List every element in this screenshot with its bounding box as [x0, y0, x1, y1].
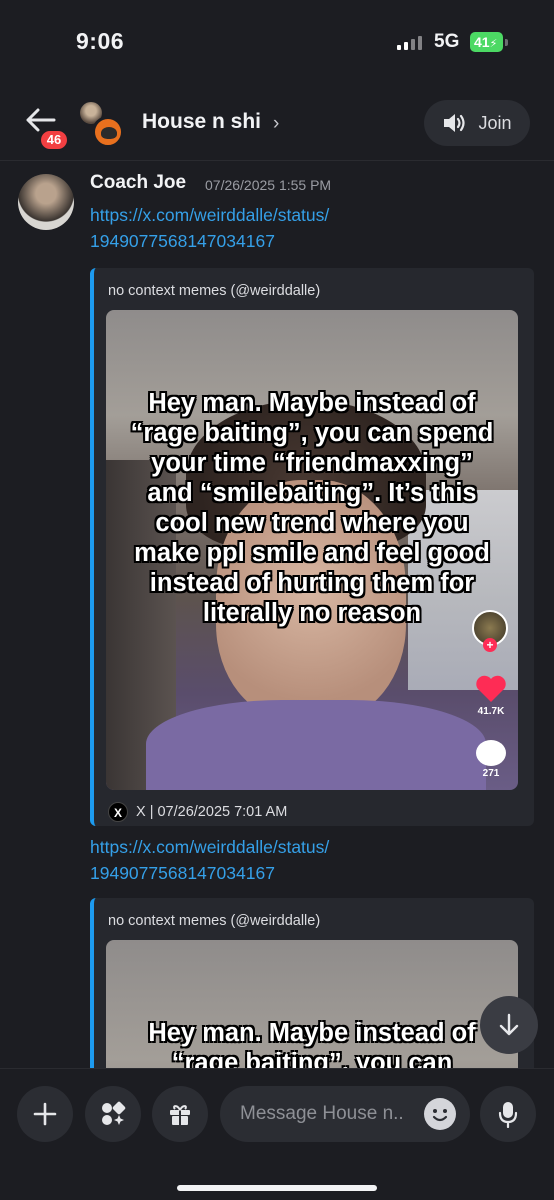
join-call-button[interactable]: Join	[424, 100, 530, 146]
comment-count: 271	[482, 768, 500, 779]
divider	[0, 160, 554, 161]
author-avatar[interactable]	[18, 174, 74, 230]
channel-title[interactable]: House n shi	[142, 110, 261, 134]
battery-icon: 41⚡	[470, 32, 503, 52]
speaker-icon	[444, 114, 466, 132]
link-line: 1949077568147034167	[90, 863, 275, 883]
link-embed[interactable]: no context memes (@weirddalle) Hey man. …	[90, 898, 534, 1140]
gift-icon	[170, 1105, 190, 1125]
emoji-icon[interactable]	[424, 1098, 456, 1130]
status-time: 9:06	[76, 28, 125, 54]
channel-header: 46 House n shi › Join	[0, 88, 554, 158]
embed-footer: X X | 07/26/2025 7:01 AM	[108, 802, 287, 822]
chevron-right-icon[interactable]: ›	[273, 113, 279, 135]
message-input-container[interactable]	[220, 1086, 470, 1142]
gift-button[interactable]	[152, 1086, 208, 1142]
join-label: Join	[478, 112, 512, 133]
link-embed[interactable]: no context memes (@weirddalle) Hey man. …	[90, 268, 534, 826]
arrow-down-icon	[499, 1013, 519, 1036]
plus-icon	[33, 1102, 57, 1126]
follow-plus-icon: +	[483, 638, 497, 652]
member-avatar	[92, 116, 124, 148]
message-timestamp: 07/26/2025 1:55 PM	[205, 177, 332, 193]
voice-message-button[interactable]	[480, 1086, 536, 1142]
embed-author[interactable]: no context memes (@weirddalle)	[108, 283, 320, 299]
message-link[interactable]: https://x.com/weirddalle/status/ 1949077…	[90, 202, 329, 254]
message-input[interactable]	[240, 1086, 420, 1142]
message-author[interactable]: Coach Joe	[90, 172, 186, 194]
meme-caption: Hey man. Maybe instead of “rage baiting”…	[130, 389, 494, 627]
battery-tip	[505, 39, 508, 46]
shirt	[146, 700, 486, 790]
embed-footer-text: X | 07/26/2025 7:01 AM	[136, 804, 288, 820]
embed-image[interactable]: Hey man. Maybe instead of “rage baiting”…	[106, 310, 518, 790]
unread-badge: 46	[38, 128, 70, 152]
link-line: https://x.com/weirddalle/status/	[90, 205, 330, 225]
signal-icon	[397, 36, 425, 50]
embed-author[interactable]: no context memes (@weirddalle)	[108, 913, 320, 929]
battery-level: 41	[474, 34, 490, 50]
message-link[interactable]: https://x.com/weirddalle/status/ 1949077…	[90, 834, 329, 886]
link-line: https://x.com/weirddalle/status/	[90, 837, 330, 857]
microphone-icon	[498, 1102, 518, 1128]
group-avatar[interactable]	[78, 100, 130, 148]
apps-icon	[102, 1101, 126, 1125]
link-line: 1949077568147034167	[90, 231, 275, 251]
x-logo-icon: X	[108, 802, 128, 822]
status-bar: 9:06 5G 41⚡	[0, 0, 554, 84]
heart-icon	[476, 675, 506, 702]
apps-button[interactable]	[85, 1086, 141, 1142]
comment-icon	[476, 740, 506, 766]
like-count: 41.7K	[477, 706, 505, 717]
home-indicator	[177, 1185, 377, 1191]
jump-to-bottom-button[interactable]	[480, 996, 538, 1054]
add-attachment-button[interactable]	[17, 1086, 73, 1142]
composer-bar	[0, 1068, 554, 1200]
network-label: 5G	[434, 31, 460, 52]
